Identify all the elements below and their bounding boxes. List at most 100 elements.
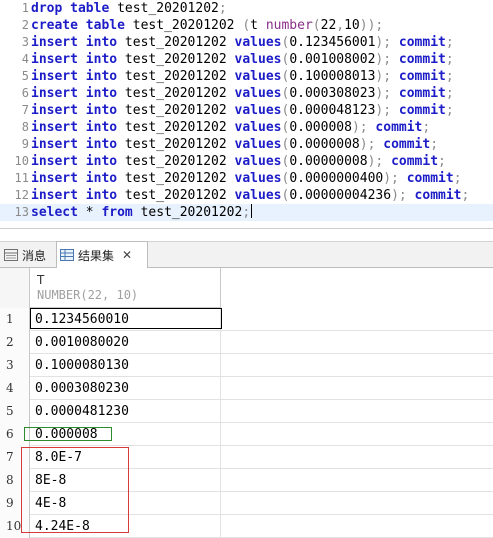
sql-token: test_20201202 [117, 103, 235, 118]
table-row[interactable]: 2 0.0010080020 [0, 331, 493, 354]
sql-token: 0.001008002 [289, 52, 376, 67]
sql-token: ); [375, 35, 399, 50]
sql-keyword: insert [31, 120, 78, 135]
table-row[interactable]: 5 0.0000481230 [0, 400, 493, 423]
sql-token: 22 [320, 18, 337, 33]
sql-token: ; [422, 120, 431, 135]
sql-token: ); [375, 103, 399, 118]
result-grid[interactable]: T NUMBER(22, 10) 1 0.1234560010 2 0.0010080… [0, 268, 493, 538]
sql-token: 0.0000008 [289, 137, 360, 152]
table-row[interactable]: 3 0.1000080130 [0, 354, 493, 377]
row-number[interactable]: 3 [0, 354, 30, 377]
table-row[interactable]: 4 0.0003080230 [0, 377, 493, 400]
row-number[interactable]: 8 [0, 469, 30, 492]
sql-keyword: commit [398, 52, 446, 67]
code-line[interactable]: 9 insert into test_20201202 values(0.0000… [0, 136, 493, 153]
table-row[interactable]: 1 0.1234560010 [0, 308, 493, 331]
tab-messages[interactable]: 消息 [2, 242, 54, 268]
row-number[interactable]: 5 [0, 400, 30, 423]
tab-results[interactable]: 结果集 ✕ [56, 241, 148, 268]
cell-t[interactable]: 0.0010080020 [30, 331, 221, 354]
row-number[interactable]: 6 [0, 423, 30, 446]
code-line[interactable]: 8 insert into test_20201202 values(0.0000… [0, 119, 493, 136]
sql-keyword: table [85, 18, 125, 33]
code-line[interactable]: 3 insert into test_20201202 values(0.1234… [0, 34, 493, 51]
cell-t[interactable]: 0.0000481230 [30, 400, 221, 423]
code-text: insert into test_20201202 values(0.00000… [31, 136, 438, 153]
sql-token: 0.00000008 [289, 154, 368, 169]
sql-token: test_20201202 [117, 52, 235, 67]
grid-corner[interactable] [0, 268, 30, 308]
row-number[interactable]: 9 [0, 492, 30, 515]
sql-editor[interactable]: 1 drop table test_20201202; 2 create table … [0, 0, 493, 221]
sql-token: test_20201202 [117, 120, 235, 135]
grid-header-row: T NUMBER(22, 10) [0, 268, 493, 308]
code-line[interactable]: 5 insert into test_20201202 values(0.1000… [0, 68, 493, 85]
code-line[interactable]: 4 insert into test_20201202 values(0.0010… [0, 51, 493, 68]
cell-t[interactable]: 8E-8 [30, 469, 221, 492]
code-line[interactable]: 10 insert into test_20201202 values(0.000… [0, 153, 493, 170]
tab-messages-label: 消息 [22, 248, 47, 263]
code-text: insert into test_20201202 values(0.00000… [31, 170, 462, 187]
row-number[interactable]: 10 [0, 515, 30, 538]
code-text: create table test_20201202 (t number(22,… [31, 17, 383, 34]
cell-t[interactable]: 8.0E-7 [30, 446, 221, 469]
cell-t[interactable]: 0.0003080230 [30, 377, 221, 400]
sql-token: test_20201202 [117, 154, 235, 169]
code-line[interactable]: 13 select * from test_20201202; [0, 204, 493, 221]
sql-token: test_20201202 [117, 137, 235, 152]
line-number: 11 [14, 171, 29, 185]
row-number[interactable]: 4 [0, 377, 30, 400]
table-row[interactable]: 7 8.0E-7 [0, 446, 493, 469]
code-text: drop table test_20201202; [31, 0, 227, 17]
sql-keyword: insert [31, 52, 78, 67]
table-row[interactable]: 8 8E-8 [0, 469, 493, 492]
code-line[interactable]: 12 insert into test_20201202 values(0.000… [0, 187, 493, 204]
sql-token: test_20201202 [117, 86, 235, 101]
column-type: NUMBER(22, 10) [37, 288, 139, 302]
sql-keyword: into [85, 69, 118, 84]
table-row[interactable]: 10 4.24E-8 [0, 515, 493, 538]
cell-t[interactable]: 0.1000080130 [30, 354, 221, 377]
code-text: insert into test_20201202 values(0.10000… [31, 68, 454, 85]
sql-token: ); [383, 171, 407, 186]
row-number[interactable]: 2 [0, 331, 30, 354]
code-line[interactable]: 2 create table test_20201202 (t number(22… [0, 17, 493, 34]
table-row[interactable]: 6 0.000008 [0, 423, 493, 446]
sql-token: 0.000008 [289, 120, 352, 135]
code-line[interactable]: 6 insert into test_20201202 values(0.0003… [0, 85, 493, 102]
line-number: 1 [21, 1, 29, 15]
sql-keyword: values [234, 171, 282, 186]
table-row[interactable]: 9 4E-8 [0, 492, 493, 515]
result-tab-bar: 消息 结果集 ✕ [0, 241, 493, 268]
code-line[interactable]: 7 insert into test_20201202 values(0.0000… [0, 102, 493, 119]
cell-t[interactable]: 4E-8 [30, 492, 221, 515]
sql-token: test_20201202 [124, 18, 243, 33]
row-number[interactable]: 1 [0, 308, 30, 331]
line-number: 4 [21, 52, 29, 66]
sql-token: ; [461, 188, 470, 203]
line-number: 12 [14, 188, 29, 202]
cell-t[interactable]: 4.24E-8 [30, 515, 221, 538]
sql-keyword: commit [398, 69, 446, 84]
sql-token: test_20201202 [117, 69, 235, 84]
row-number[interactable]: 7 [0, 446, 30, 469]
code-text: insert into test_20201202 values(0.00100… [31, 51, 454, 68]
code-line[interactable]: 1 drop table test_20201202; [0, 0, 493, 17]
column-header-t[interactable]: T NUMBER(22, 10) [30, 268, 221, 308]
close-icon[interactable]: ✕ [122, 248, 132, 262]
sql-token: ( [312, 18, 321, 33]
code-line[interactable]: 11 insert into test_20201202 values(0.000… [0, 170, 493, 187]
cell-t[interactable]: 0.000008 [30, 423, 221, 446]
code-text: insert into test_20201202 values(0.12345… [31, 34, 454, 51]
cell-t[interactable]: 0.1234560010 [30, 308, 221, 331]
